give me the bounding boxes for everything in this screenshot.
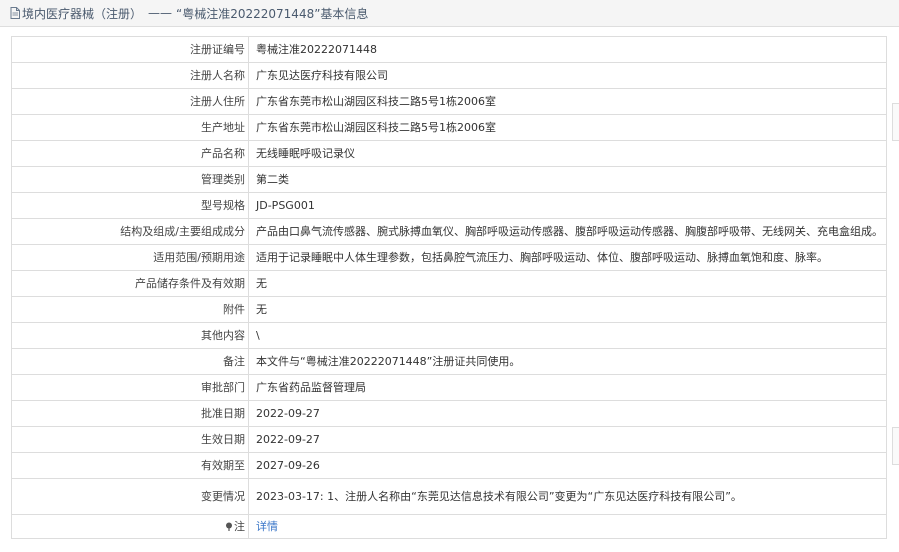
row-label: 管理类别 [11,166,249,193]
table-row: 审批部门 广东省药品监督管理局 [11,374,887,401]
row-label: 审批部门 [11,374,249,401]
row-value: 无 [248,270,887,297]
details-link[interactable]: 详情 [256,520,278,533]
document-icon [10,7,20,19]
table-row: 结构及组成/主要组成成分 产品由口鼻气流传感器、腕式脉搏血氧仪、胸部呼吸运动传感器… [11,218,887,245]
pin-icon [225,521,233,534]
table-row: 生效日期 2022-09-27 [11,426,887,453]
note-label: 注 [234,519,245,533]
row-label: 适用范围/预期用途 [11,244,249,271]
row-label: 有效期至 [11,452,249,479]
row-label: 型号规格 [11,192,249,219]
table-row: 注册人住所 广东省东莞市松山湖园区科技二路5号1栋2006室 [11,88,887,115]
row-label: 注册人住所 [11,88,249,115]
row-label: 产品名称 [11,140,249,167]
registration-info-table: 注册证编号 粤械注准20222071448 注册人名称 广东见达医疗科技有限公司 注册人… [11,36,887,539]
row-value: 本文件与“粤械注准20222071448”注册证共同使用。 [248,348,887,375]
table-row-change-history: 变更情况 2023-03-17: 1、注册人名称由“东莞见达信息技术有限公司”变… [11,478,887,515]
row-value: JD-PSG001 [248,192,887,219]
row-value: 粤械注准20222071448 [248,36,887,63]
row-value: 第二类 [248,166,887,193]
table-row: 注册证编号 粤械注准20222071448 [11,36,887,63]
table-row: 批准日期 2022-09-27 [11,400,887,427]
table-row: 有效期至 2027-09-26 [11,452,887,479]
row-value: 无线睡眠呼吸记录仪 [248,140,887,167]
scroll-edge [892,103,899,141]
table-row: 型号规格 JD-PSG001 [11,192,887,219]
header-separator: —— [148,6,173,20]
row-value: 广东见达医疗科技有限公司 [248,62,887,89]
header-category: 境内医疗器械（注册） [22,6,143,21]
table-row: 其他内容 \ [11,322,887,349]
row-value: 2022-09-27 [248,426,887,453]
row-value: 产品由口鼻气流传感器、腕式脉搏血氧仪、胸部呼吸运动传感器、腹部呼吸运动传感器、胸… [248,218,887,245]
row-value: 广东省东莞市松山湖园区科技二路5号1栋2006室 [248,114,887,141]
row-label: 注册证编号 [11,36,249,63]
row-value: 2023-03-17: 1、注册人名称由“东莞见达信息技术有限公司”变更为“广东… [248,478,887,515]
row-label: 结构及组成/主要组成成分 [11,218,249,245]
row-label: 产品储存条件及有效期 [11,270,249,297]
table-row-note: 注 详情 [11,514,887,539]
row-value: 广东省东莞市松山湖园区科技二路5号1栋2006室 [248,88,887,115]
note-label-cell: 注 [11,514,249,539]
row-value: 广东省药品监督管理局 [248,374,887,401]
row-label: 附件 [11,296,249,323]
table-row: 产品储存条件及有效期无 [11,270,887,297]
row-value: \ [248,322,887,349]
table-row: 备注 本文件与“粤械注准20222071448”注册证共同使用。 [11,348,887,375]
row-label: 注册人名称 [11,62,249,89]
page-title: “粤械注准20222071448”基本信息 [176,6,369,21]
note-value-cell: 详情 [248,514,887,539]
table-row: 附件无 [11,296,887,323]
row-label: 变更情况 [11,478,249,515]
table-row: 产品名称 无线睡眠呼吸记录仪 [11,140,887,167]
table-row: 注册人名称 广东见达医疗科技有限公司 [11,62,887,89]
table-row: 生产地址 广东省东莞市松山湖园区科技二路5号1栋2006室 [11,114,887,141]
row-label: 批准日期 [11,400,249,427]
row-value: 适用于记录睡眠中人体生理参数，包括鼻腔气流压力、胸部呼吸运动、体位、腹部呼吸运动… [248,244,887,271]
table-row: 管理类别 第二类 [11,166,887,193]
table-row: 适用范围/预期用途 适用于记录睡眠中人体生理参数，包括鼻腔气流压力、胸部呼吸运动、… [11,244,887,271]
row-value: 无 [248,296,887,323]
row-label: 备注 [11,348,249,375]
row-label: 生产地址 [11,114,249,141]
page-header: 境内医疗器械（注册） —— “粤械注准20222071448”基本信息 [0,0,899,27]
row-value: 2022-09-27 [248,400,887,427]
scroll-edge [892,427,899,465]
row-label: 生效日期 [11,426,249,453]
row-value: 2027-09-26 [248,452,887,479]
row-label: 其他内容 [11,322,249,349]
